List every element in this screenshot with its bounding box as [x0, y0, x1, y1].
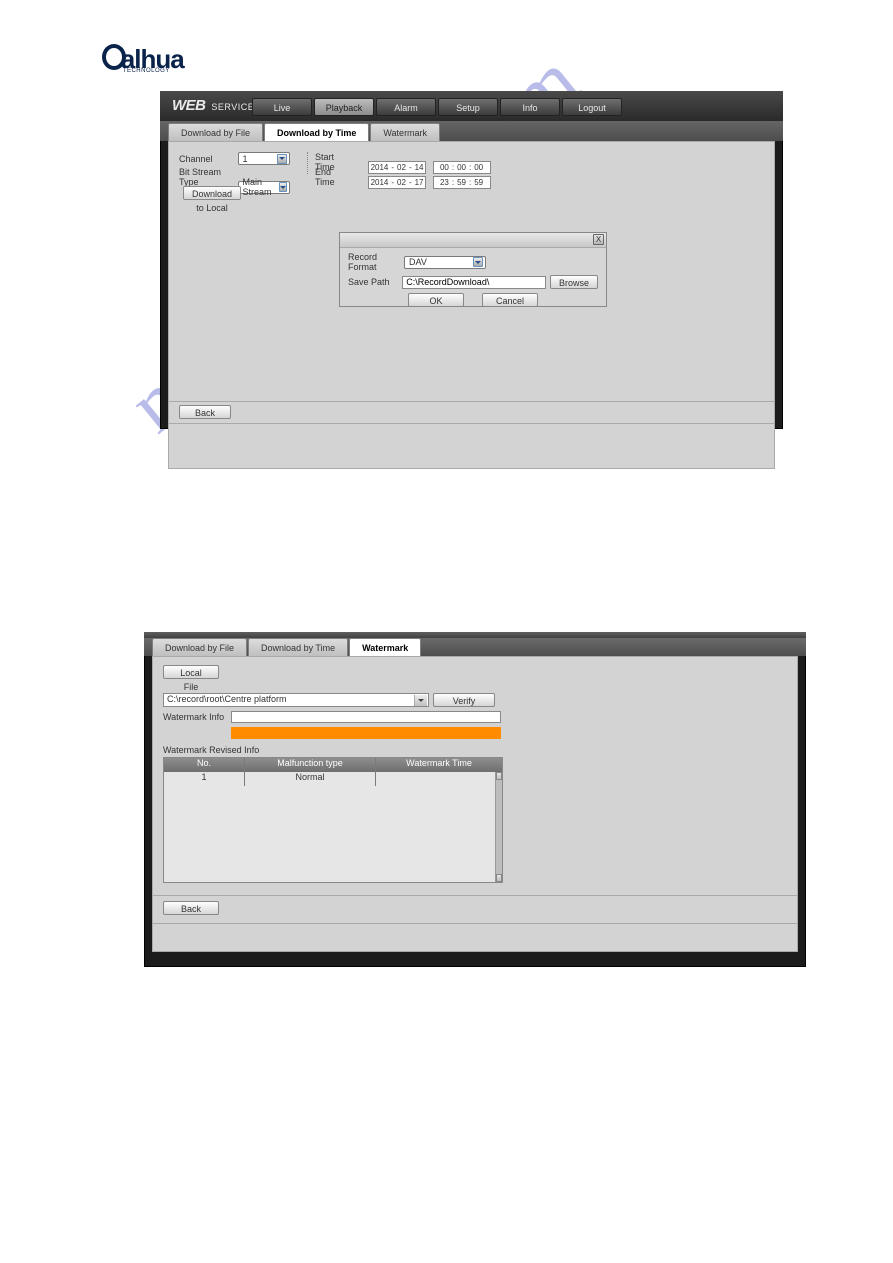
screenshot-watermark: Download by File Download by Time Waterm…: [144, 632, 806, 967]
nav-setup[interactable]: Setup: [438, 98, 498, 116]
bitstream-label: Bit Stream Type: [179, 167, 235, 187]
brand-logo: alhua TECHNOLOGY: [102, 48, 184, 74]
end-date-input[interactable]: 2014- 02- 17: [368, 176, 426, 189]
nav-alarm[interactable]: Alarm: [376, 98, 436, 116]
back-button[interactable]: Back: [179, 405, 231, 419]
save-path-label: Save Path: [348, 277, 402, 287]
panel-footer: Back: [168, 402, 775, 424]
end-time-min: 59: [457, 178, 466, 187]
nav-playback[interactable]: Playback: [314, 98, 374, 116]
dialog-titlebar: X: [340, 233, 606, 248]
download-by-time-panel: Channel 1 Bit Stream Type Main Stream St…: [168, 141, 775, 402]
app-topbar: WEB SERVICE Live Playback Alarm Setup In…: [160, 91, 783, 121]
dropdown-arrow-icon: [473, 257, 483, 267]
cancel-button[interactable]: Cancel: [482, 293, 538, 307]
td-time: [375, 772, 502, 786]
screenshot-download-by-time: WEB SERVICE Live Playback Alarm Setup In…: [160, 91, 783, 429]
end-date-month: 02: [397, 178, 406, 187]
save-path-input[interactable]: [402, 276, 546, 289]
tab-watermark[interactable]: Watermark: [370, 123, 440, 141]
app-brand: WEB SERVICE: [172, 97, 254, 114]
record-path-value: C:\record\root\Centre platform: [167, 694, 287, 704]
download-tabs-2: Download by File Download by Time Waterm…: [144, 638, 806, 656]
table-row: 1 Normal: [164, 772, 502, 786]
dialog-close-button[interactable]: X: [593, 234, 604, 245]
record-format-label: Record Format: [348, 252, 404, 272]
record-format-select[interactable]: DAV: [404, 256, 486, 269]
th-no: No.: [164, 758, 244, 772]
end-date-day: 17: [415, 178, 424, 187]
dropdown-arrow-icon: [279, 182, 287, 192]
td-no: 1: [164, 772, 244, 786]
app-brand-bold: WEB: [172, 97, 206, 114]
nav-live[interactable]: Live: [252, 98, 312, 116]
watermark-footer: Back: [152, 896, 798, 924]
watermark-revised-label: Watermark Revised Info: [163, 745, 787, 755]
tab-download-by-file[interactable]: Download by File: [168, 123, 263, 141]
nav-info[interactable]: Info: [500, 98, 560, 116]
watermark-info-field: [231, 711, 501, 723]
browse-button[interactable]: Browse: [550, 275, 598, 289]
panel-bottom-strip: [168, 424, 775, 469]
table-header: No. Malfunction type Watermark Time: [164, 758, 502, 772]
watermark-revised-table: No. Malfunction type Watermark Time 1 No…: [163, 757, 503, 883]
th-malfunction: Malfunction type: [244, 758, 375, 772]
main-nav: Live Playback Alarm Setup Info Logout: [252, 98, 622, 116]
ok-button[interactable]: OK: [408, 293, 464, 307]
end-date-year: 2014: [371, 178, 389, 187]
record-format-value: DAV: [409, 257, 427, 267]
scroll-btn-down-icon[interactable]: [496, 874, 502, 882]
bitstream-select[interactable]: Main Stream: [238, 181, 290, 194]
td-malfunction: Normal: [244, 772, 375, 786]
channel-select[interactable]: 1: [238, 152, 290, 165]
th-watermark-time: Watermark Time: [375, 758, 502, 772]
download-tabs: Download by File Download by Time Waterm…: [160, 121, 783, 141]
dropdown-arrow-icon: [277, 154, 287, 164]
channel-select-value: 1: [243, 154, 248, 164]
verify-button[interactable]: Verify: [433, 693, 495, 707]
form-separator: [307, 152, 309, 174]
watermark-progress-bar: [231, 727, 501, 739]
end-time-label: End Time: [315, 167, 353, 187]
back-button-2[interactable]: Back: [163, 901, 219, 915]
download-settings-dialog: X Record Format DAV Save Path Browse: [339, 232, 607, 307]
nav-logout[interactable]: Logout: [562, 98, 622, 116]
tab-download-by-time[interactable]: Download by Time: [264, 123, 369, 141]
download-to-local-button[interactable]: Download to Local: [183, 186, 241, 200]
watermark-bottom-strip: [152, 924, 798, 952]
channel-label: Channel: [179, 154, 235, 164]
table-scrollbar[interactable]: [495, 772, 502, 882]
local-file-button[interactable]: Local File: [163, 665, 219, 679]
watermark-info-label: Watermark Info: [163, 712, 231, 722]
scroll-btn-up-icon[interactable]: [496, 772, 502, 780]
app-brand-small: SERVICE: [211, 102, 254, 112]
watermark-panel: Local File C:\record\root\Centre platfor…: [152, 656, 798, 896]
tab2-watermark[interactable]: Watermark: [349, 638, 421, 656]
end-time-sec: 59: [474, 178, 483, 187]
end-time-input[interactable]: 23: 59: 59: [433, 176, 491, 189]
tab2-download-by-time[interactable]: Download by Time: [248, 638, 348, 656]
logo-text-main: alhua: [121, 48, 184, 70]
record-path-combo[interactable]: C:\record\root\Centre platform: [163, 693, 429, 707]
dropdown-arrow-icon: [414, 695, 427, 706]
end-time-hour: 23: [440, 178, 449, 187]
bitstream-select-value: Main Stream: [243, 177, 279, 197]
tab2-download-by-file[interactable]: Download by File: [152, 638, 247, 656]
logo-ring-icon: [102, 44, 126, 70]
